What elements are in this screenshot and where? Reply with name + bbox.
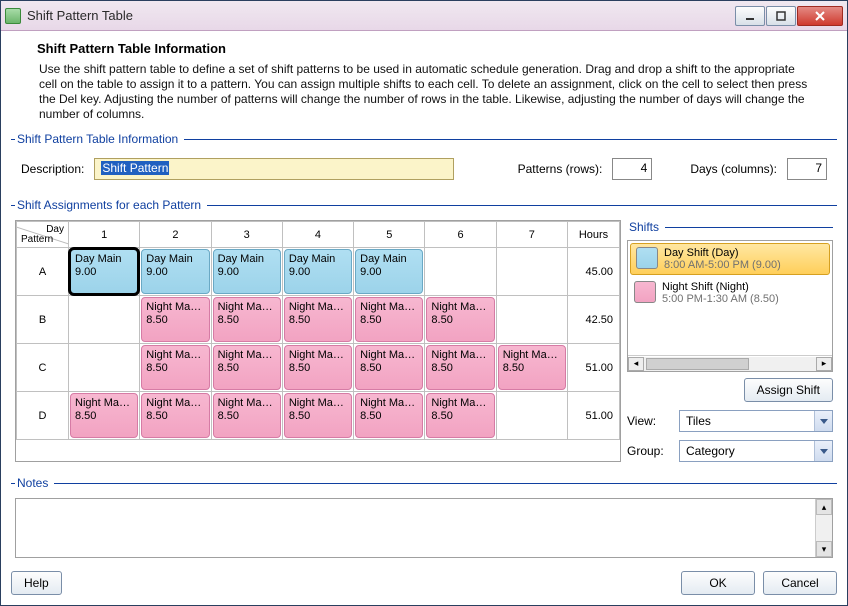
patterns-label: Patterns (rows): (518, 162, 603, 176)
grid-cell[interactable]: Night Ma…8.50 (211, 344, 282, 392)
grid-cell[interactable]: Night Ma…8.50 (425, 392, 496, 440)
grid-cell[interactable]: Day Main9.00 (69, 248, 140, 296)
shifts-list[interactable]: Day Shift (Day)8:00 AM-5:00 PM (9.00)Nig… (627, 240, 833, 372)
minimize-button[interactable] (735, 6, 765, 26)
page-intro: Use the shift pattern table to define a … (39, 62, 809, 122)
view-combo[interactable]: Tiles (679, 410, 833, 432)
day-header: 2 (140, 222, 211, 248)
app-icon (5, 8, 21, 24)
ok-button[interactable]: OK (681, 571, 755, 595)
titlebar[interactable]: Shift Pattern Table (1, 1, 847, 31)
hours-cell: 42.50 (568, 296, 620, 344)
notes-vscroll[interactable]: ▴ ▾ (815, 499, 832, 557)
pattern-header: D (17, 392, 69, 440)
grid-cell[interactable]: Night Ma…8.50 (425, 296, 496, 344)
shift-item[interactable]: Day Shift (Day)8:00 AM-5:00 PM (9.00) (630, 243, 830, 275)
help-button[interactable]: Help (11, 571, 62, 595)
grid-cell[interactable]: Night Ma…8.50 (496, 344, 567, 392)
grid-cell[interactable]: Night Ma…8.50 (425, 344, 496, 392)
pattern-grid[interactable]: DayPattern1234567HoursADay Main9.00Day M… (15, 220, 621, 462)
shift-title: Night Shift (Night) (662, 281, 779, 293)
grid-cell[interactable]: Night Ma…8.50 (282, 392, 353, 440)
grid-cell[interactable]: Night Ma…8.50 (354, 344, 425, 392)
grid-cell[interactable]: Night Ma…8.50 (211, 296, 282, 344)
view-label: View: (627, 414, 671, 428)
hours-cell: 51.00 (568, 344, 620, 392)
shifts-hscroll[interactable]: ◂ ▸ (628, 355, 832, 371)
day-header: 4 (282, 222, 353, 248)
day-header: 6 (425, 222, 496, 248)
patterns-input[interactable]: 4 (612, 158, 652, 180)
group-combo[interactable]: Category (679, 440, 833, 462)
page-heading: Shift Pattern Table Information (37, 41, 837, 56)
days-label: Days (columns): (690, 162, 777, 176)
chevron-down-icon (814, 411, 832, 431)
grid-cell[interactable]: Day Main9.00 (140, 248, 211, 296)
grid-cell[interactable]: Night Ma…8.50 (354, 296, 425, 344)
grid-cell-empty[interactable] (496, 248, 567, 296)
window: Shift Pattern Table Shift Pattern Table … (0, 0, 848, 606)
window-title: Shift Pattern Table (27, 8, 133, 23)
grid-cell[interactable]: Day Main9.00 (282, 248, 353, 296)
info-legend: Shift Pattern Table Information (15, 132, 184, 146)
grid-cell-empty[interactable] (425, 248, 496, 296)
grid-cell[interactable]: Night Ma…8.50 (140, 392, 211, 440)
cancel-button[interactable]: Cancel (763, 571, 837, 595)
hours-cell: 45.00 (568, 248, 620, 296)
info-group: Shift Pattern Table Information Descript… (11, 132, 837, 188)
grid-cell[interactable]: Night Ma…8.50 (211, 392, 282, 440)
days-input[interactable]: 7 (787, 158, 827, 180)
grid-cell[interactable]: Night Ma…8.50 (282, 344, 353, 392)
close-button[interactable] (797, 6, 843, 26)
day-header: 5 (354, 222, 425, 248)
group-label: Group: (627, 444, 671, 458)
shift-title: Day Shift (Day) (664, 247, 781, 259)
shift-subtitle: 5:00 PM-1:30 AM (8.50) (662, 293, 779, 305)
hours-cell: 51.00 (568, 392, 620, 440)
shifts-legend: Shifts (627, 220, 665, 234)
chevron-down-icon (814, 441, 832, 461)
shift-swatch-icon (634, 281, 656, 303)
grid-cell[interactable]: Night Ma…8.50 (140, 344, 211, 392)
description-input[interactable]: Shift Pattern (94, 158, 454, 180)
shift-item[interactable]: Night Shift (Night)5:00 PM-1:30 AM (8.50… (628, 277, 832, 309)
assignments-legend: Shift Assignments for each Pattern (15, 198, 207, 212)
notes-group: Notes ▴ ▾ (11, 476, 837, 562)
grid-cell[interactable]: Night Ma…8.50 (282, 296, 353, 344)
grid-cell-empty[interactable] (69, 296, 140, 344)
notes-textarea[interactable]: ▴ ▾ (15, 498, 833, 558)
hours-header: Hours (568, 222, 620, 248)
day-header: 3 (211, 222, 282, 248)
shifts-group: Shifts Day Shift (Day)8:00 AM-5:00 PM (9… (627, 220, 833, 372)
pattern-header: A (17, 248, 69, 296)
grid-cell-empty[interactable] (496, 296, 567, 344)
notes-legend: Notes (15, 476, 54, 490)
grid-cell-empty[interactable] (496, 392, 567, 440)
footer: Help OK Cancel (1, 565, 847, 605)
grid-cell[interactable]: Day Main9.00 (354, 248, 425, 296)
description-label: Description: (21, 162, 84, 176)
scroll-left-icon[interactable]: ◂ (628, 357, 644, 371)
grid-cell[interactable]: Day Main9.00 (211, 248, 282, 296)
grid-cell-empty[interactable] (69, 344, 140, 392)
pattern-header: C (17, 344, 69, 392)
grid-cell[interactable]: Night Ma…8.50 (69, 392, 140, 440)
assignments-group: Shift Assignments for each Pattern DayPa… (11, 198, 837, 466)
day-header: 1 (69, 222, 140, 248)
maximize-button[interactable] (766, 6, 796, 26)
assign-shift-button[interactable]: Assign Shift (744, 378, 833, 402)
day-header: 7 (496, 222, 567, 248)
grid-cell[interactable]: Night Ma…8.50 (354, 392, 425, 440)
scroll-right-icon[interactable]: ▸ (816, 357, 832, 371)
scroll-up-icon[interactable]: ▴ (816, 499, 832, 515)
pattern-header: B (17, 296, 69, 344)
grid-cell[interactable]: Night Ma…8.50 (140, 296, 211, 344)
scroll-down-icon[interactable]: ▾ (816, 541, 832, 557)
shift-subtitle: 8:00 AM-5:00 PM (9.00) (664, 259, 781, 271)
grid-corner: DayPattern (17, 222, 69, 248)
shift-swatch-icon (636, 247, 658, 269)
